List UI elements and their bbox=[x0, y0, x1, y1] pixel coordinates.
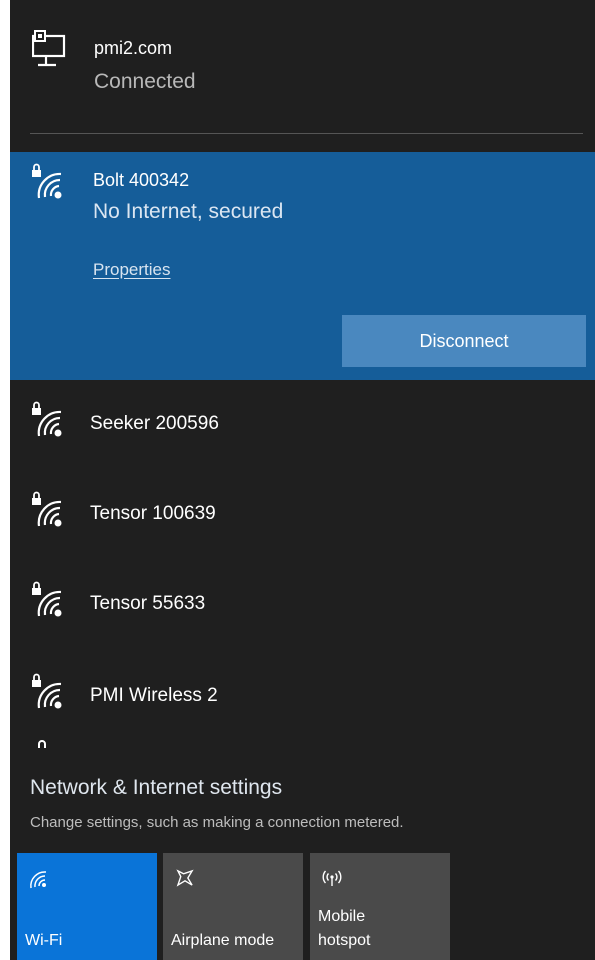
hotspot-icon bbox=[322, 870, 342, 886]
hotspot-tile-label-line2: hotspot bbox=[318, 932, 371, 949]
wifi-tile-label: Wi-Fi bbox=[25, 932, 63, 949]
wifi-toggle-tile[interactable]: Wi-Fi bbox=[17, 853, 157, 960]
network-flyout: pmi2.com Connected Bolt 400342 No Intern… bbox=[10, 0, 595, 960]
wifi-secured-icon bbox=[32, 673, 62, 709]
ethernet-monitor-icon bbox=[32, 30, 66, 67]
airplane-icon bbox=[176, 869, 194, 887]
selected-network-status: No Internet, secured bbox=[93, 200, 284, 223]
settings-description: Change settings, such as making a connec… bbox=[30, 814, 404, 831]
wifi-network-item[interactable]: Tensor 100639 bbox=[10, 470, 595, 560]
wifi-secured-icon bbox=[32, 581, 62, 617]
network-name: Seeker 200596 bbox=[90, 413, 219, 434]
lock-icon bbox=[38, 740, 46, 748]
selected-network-name: Bolt 400342 bbox=[93, 170, 190, 190]
connected-network-status: Connected bbox=[94, 70, 196, 93]
wifi-network-item[interactable]: Tensor 55633 bbox=[10, 560, 595, 650]
hotspot-tile-label-line1: Mobile bbox=[318, 908, 366, 925]
wifi-secured-icon bbox=[32, 163, 62, 199]
wifi-icon bbox=[30, 871, 47, 889]
airplane-tile-label: Airplane mode bbox=[171, 932, 275, 949]
properties-link[interactable]: Properties bbox=[93, 260, 170, 280]
disconnect-button[interactable]: Disconnect bbox=[342, 315, 586, 367]
wifi-network-item[interactable]: Seeker 200596 bbox=[10, 380, 595, 470]
network-name: Tensor 55633 bbox=[90, 593, 206, 614]
ethernet-connection-item[interactable]: pmi2.com Connected bbox=[10, 0, 595, 130]
network-name: PMI Wireless 2 bbox=[90, 685, 218, 706]
selected-wifi-network[interactable]: Bolt 400342 No Internet, secured Propert… bbox=[10, 152, 595, 380]
connected-network-name: pmi2.com bbox=[94, 38, 173, 58]
wifi-network-item[interactable]: PMI Wireless 2 bbox=[10, 652, 595, 742]
mobile-hotspot-tile[interactable]: Mobile hotspot bbox=[310, 853, 450, 960]
section-divider bbox=[30, 133, 583, 134]
wifi-secured-icon bbox=[32, 491, 62, 527]
network-internet-settings-link[interactable]: Network & Internet settings bbox=[30, 776, 282, 800]
network-name: Tensor 100639 bbox=[90, 503, 216, 524]
wifi-secured-icon bbox=[32, 401, 62, 437]
airplane-mode-tile[interactable]: Airplane mode bbox=[163, 853, 303, 960]
